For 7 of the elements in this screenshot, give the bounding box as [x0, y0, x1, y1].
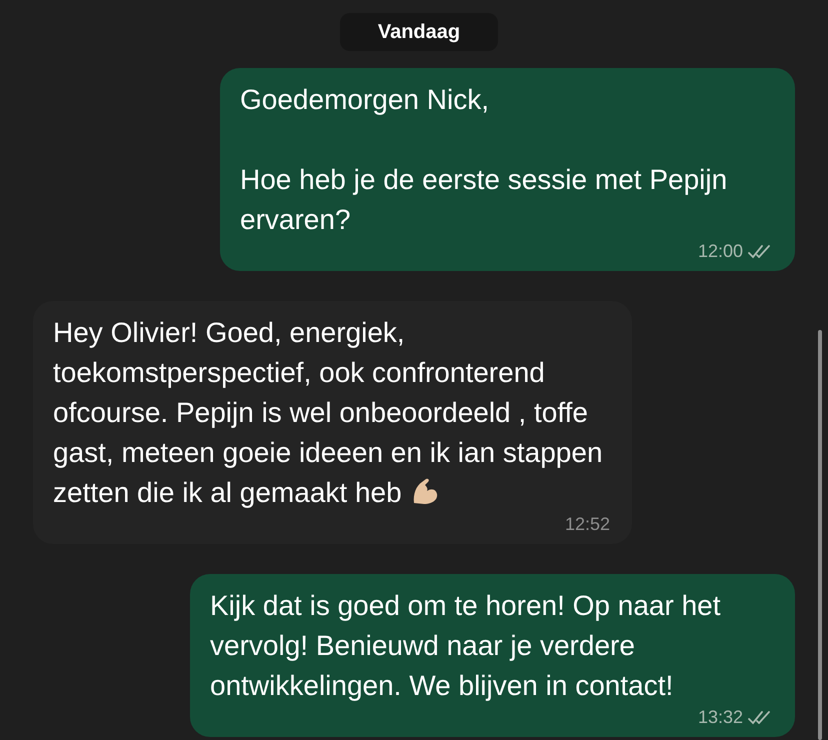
message-text: Kijk dat is goed om te horen! Op naar het vervolg! Benieuwd naar je verdere ontwikkelingen. We blijven in contact!: [210, 589, 722, 703]
message-time: 12:52: [564, 513, 610, 536]
message-time: 12:00: [698, 240, 743, 263]
message-time: 13:32: [698, 706, 743, 729]
message-text: Goedemorgen Nick, Hoe heb je de eerste sessie met Pepijn ervaren?: [240, 83, 728, 237]
date-label: Vandaag: [340, 13, 498, 51]
message-text: Hey Olivier! Goed, energiek, toekomstperspectief, ook confronterend ofcourse. Pepijn is wel onbeoordeeld , toffe gast, meteen goeie ideeen en ik ian stappen zetten die ik al gemaakt heb: [53, 316, 604, 510]
